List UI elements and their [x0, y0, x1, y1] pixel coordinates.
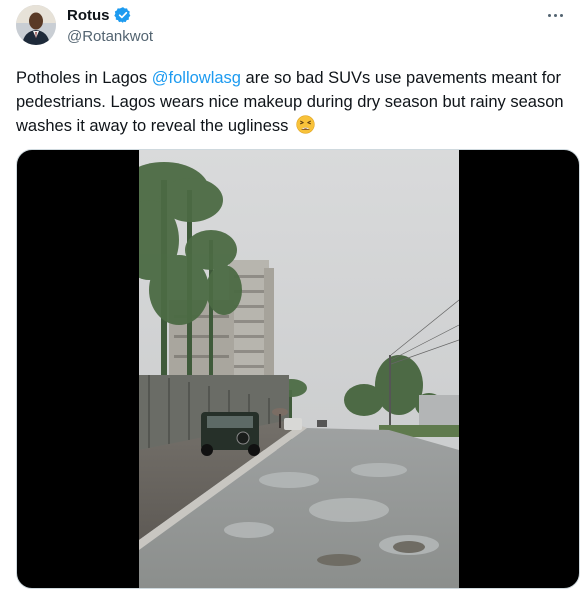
author-handle[interactable]: @Rotankwot — [67, 28, 153, 45]
more-options-icon[interactable] — [544, 6, 566, 24]
tweet-text-part-1: Potholes in Lagos — [16, 69, 152, 87]
author-name[interactable]: Rotus — [67, 7, 110, 24]
tweet-text: Potholes in Lagos @followlasg are so bad… — [16, 66, 566, 138]
video-media[interactable] — [16, 149, 580, 589]
author-name-row[interactable]: Rotus — [67, 6, 132, 24]
video-still-frame — [139, 150, 459, 588]
mention-link[interactable]: @followlasg — [152, 69, 241, 87]
avatar-image — [16, 5, 56, 45]
author-avatar[interactable] — [16, 5, 56, 45]
verified-badge-icon — [113, 6, 132, 24]
tired-face-emoji-icon — [296, 115, 315, 134]
